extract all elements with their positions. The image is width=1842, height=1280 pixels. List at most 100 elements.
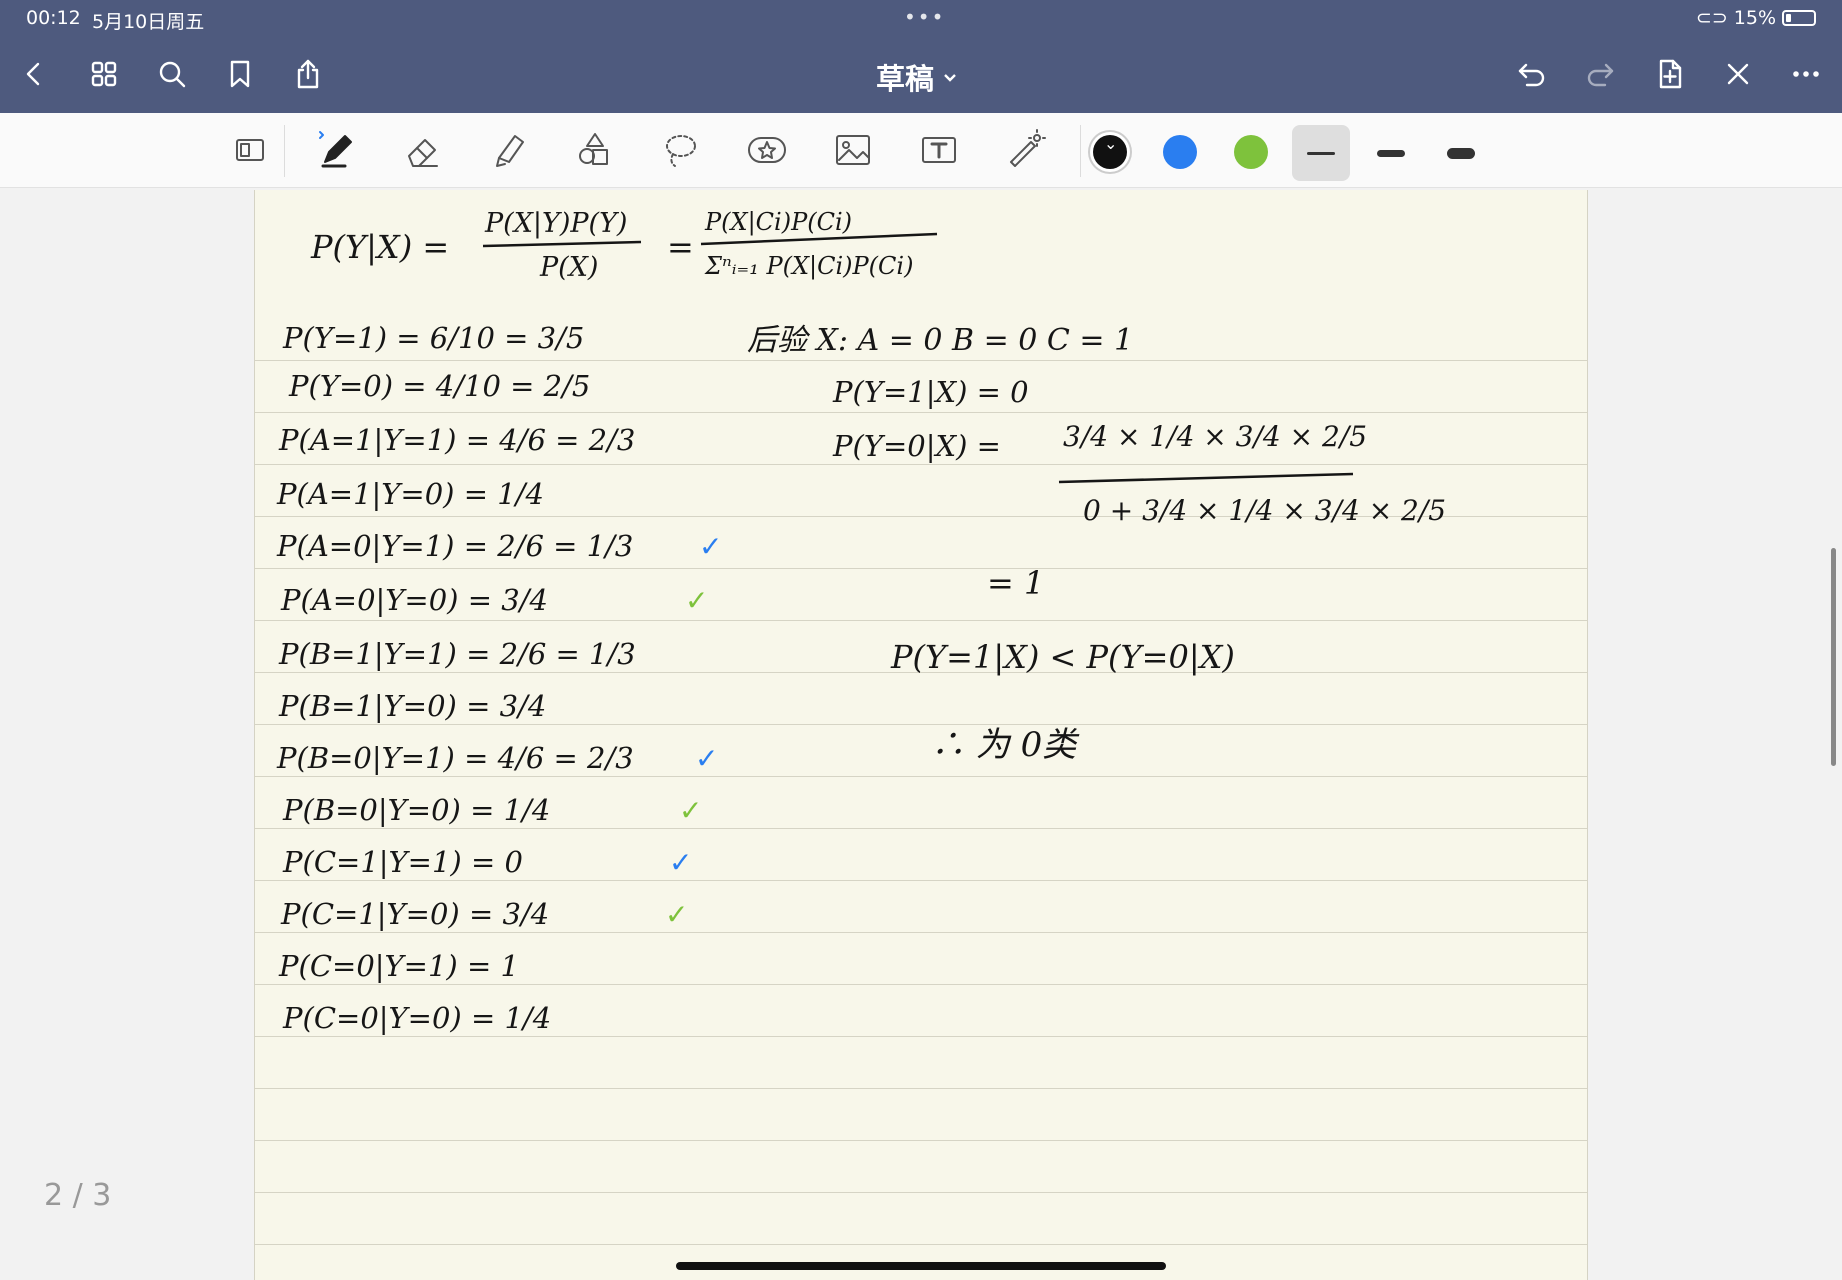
page-layout-tool[interactable] [226,125,276,175]
check-mark-green: ✓ [665,898,688,931]
back-button[interactable] [14,54,54,94]
battery-icon [1782,10,1816,26]
comparison-line: P(Y=1|X) < P(Y=0|X) [890,638,1235,676]
status-bar: 00:12 5月10日周五 ••• ⊂⊃ 15% [0,0,1842,38]
link-icon: ⊂⊃ [1695,7,1728,29]
note-line: P(A=1|Y=0) = 1/4 [276,477,544,511]
share-icon [297,59,319,89]
posterior-y0-lhs: P(Y=0|X) = [832,429,1001,463]
share-button[interactable] [288,54,328,94]
color-green-swatch[interactable] [1234,135,1268,169]
page-indicator: 2 / 3 [44,1178,112,1213]
more-icon [1793,71,1819,77]
bayes-denominator: P(X) [539,252,598,283]
drawing-toolbar [0,113,1842,188]
note-line: P(B=1|Y=1) = 2/6 = 1/3 [278,637,636,671]
laser-pointer-tool[interactable] [1000,125,1050,175]
add-page-button[interactable] [1650,54,1690,94]
note-line: P(Y=1) = 6/10 = 3/5 [282,321,584,355]
bookmark-icon [230,60,250,88]
note-line: P(A=1|Y=1) = 4/6 = 2/3 [278,423,635,457]
eraser-tool[interactable] [398,125,448,175]
multitask-dots-icon[interactable]: ••• [904,5,945,29]
highlighter-tool[interactable] [484,125,534,175]
pen-icon [319,131,352,168]
note-line: P(C=1|Y=0) = 3/4 [280,897,549,931]
battery-percent: 15% [1733,7,1776,29]
page-layout-icon [236,139,264,161]
note-line: P(C=1|Y=1) = 0 [282,845,523,879]
tools-toggle-button[interactable] [1718,54,1758,94]
bookmark-button[interactable] [220,54,260,94]
undo-icon [1518,63,1545,87]
check-mark-green: ✓ [685,584,708,617]
vertical-scrollbar[interactable] [1831,548,1836,766]
note-line: P(A=0|Y=0) = 3/4 [280,583,548,617]
result-equals-one: = 1 [987,564,1044,602]
stroke-medium-button[interactable] [1362,125,1420,181]
search-icon [159,61,186,88]
posterior-y1: P(Y=1|X) = 0 [832,375,1029,409]
bayes-lhs: P(Y|X) = [310,228,449,266]
conclusion-line: ∴ 为 0类 [931,725,1080,765]
redo-button[interactable] [1580,54,1620,94]
bayes-numerator: P(X|Y)P(Y) [484,208,627,239]
note-line: P(C=0|Y=1) = 1 [278,949,519,983]
bayes-denominator-2: Σⁿᵢ₌₁ P(X|Ci)P(Ci) [704,252,913,281]
check-mark-blue: ✓ [695,742,718,775]
redo-icon [1587,63,1614,87]
image-tool[interactable] [828,125,878,175]
posterior-y0-denominator: 0 + 3/4 × 1/4 × 3/4 × 2/5 [1083,494,1446,527]
check-mark-blue: ✓ [699,530,722,563]
chevron-down-icon [944,74,956,82]
sticker-icon [748,137,786,163]
close-pen-icon [1727,63,1749,85]
status-time: 00:12 [26,7,81,29]
eraser-icon [408,139,438,167]
shapes-tool[interactable] [570,125,620,175]
battery-status: ⊂⊃ 15% [1696,7,1816,29]
more-button[interactable] [1786,54,1826,94]
fraction-bar [482,240,642,248]
nav-bar: 草稿 [0,38,1842,113]
check-mark-blue: ✓ [669,846,692,879]
shapes-icon [579,133,608,165]
color-blue-swatch[interactable] [1163,135,1197,169]
note-line: P(B=1|Y=0) = 3/4 [278,689,546,723]
pen-tool[interactable] [312,125,362,175]
sticker-tool[interactable] [742,125,792,175]
note-line: P(Y=0) = 4/10 = 2/5 [288,369,590,403]
note-line: P(C=0|Y=0) = 1/4 [282,1001,551,1035]
note-line: P(B=0|Y=0) = 1/4 [282,793,550,827]
text-tool[interactable] [914,125,964,175]
highlighter-icon [496,135,524,167]
laser-pointer-icon [1010,129,1046,167]
add-page-icon [1659,59,1682,89]
home-indicator[interactable] [676,1262,1166,1270]
fraction-bar [1058,472,1354,484]
stroke-thick-button[interactable] [1432,125,1490,181]
document-title: 草稿 [876,62,935,96]
note-line: P(B=0|Y=1) = 4/6 = 2/3 [276,741,634,775]
color-black-swatch[interactable] [1093,134,1127,169]
stroke-thin-button[interactable] [1292,125,1350,181]
bayes-equals: = [667,228,694,266]
lasso-icon [666,135,696,167]
grid-view-button[interactable] [84,54,124,94]
handwriting-layer: P(Y|X) = P(X|Y)P(Y) P(X) = P(X|Ci)P(Ci) … [276,208,1446,1035]
check-mark-green: ✓ [679,794,702,827]
undo-button[interactable] [1512,54,1552,94]
image-icon [836,135,870,165]
grid-icon [91,61,117,87]
note-page[interactable]: P(Y|X) = P(X|Y)P(Y) P(X) = P(X|Ci)P(Ci) … [254,190,1588,1280]
search-button[interactable] [152,54,192,94]
note-line: P(A=0|Y=1) = 2/6 = 1/3 [276,529,633,563]
bayes-numerator-2: P(X|Ci)P(Ci) [704,208,852,237]
chevron-left-icon [26,62,40,86]
lasso-tool[interactable] [656,125,706,175]
text-icon [922,137,956,163]
test-sample-line: 后验 X: A = 0 B = 0 C = 1 [747,323,1133,358]
posterior-y0-numerator: 3/4 × 1/4 × 3/4 × 2/5 [1063,420,1367,453]
status-date: 5月10日周五 [92,11,205,33]
document-title-button[interactable]: 草稿 [876,56,958,98]
